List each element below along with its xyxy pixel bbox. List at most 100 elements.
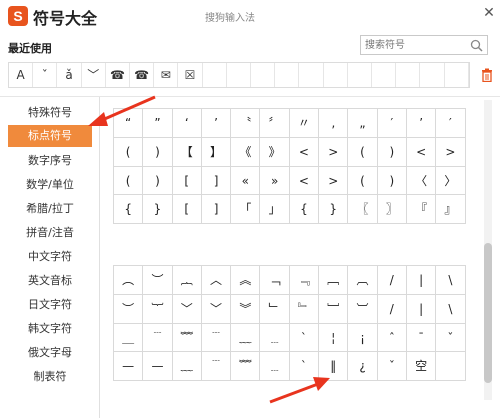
recent-symbol[interactable]: ǎ xyxy=(57,63,82,87)
scrollbar-thumb[interactable] xyxy=(484,243,492,383)
recent-symbol[interactable] xyxy=(275,63,300,87)
symbol-cell[interactable]: ﹀ xyxy=(172,294,202,324)
symbol-cell[interactable]: ︽ xyxy=(231,266,261,295)
symbol-cell[interactable]: ” xyxy=(143,109,173,138)
symbol-cell[interactable]: ’ xyxy=(201,109,232,138)
symbol-cell[interactable]: 空 xyxy=(406,352,437,382)
symbol-cell[interactable]: < xyxy=(406,137,437,167)
symbol-cell[interactable]: ﹁ xyxy=(260,266,290,295)
symbol-cell[interactable]: \ xyxy=(436,294,466,324)
symbol-cell[interactable]: ˆ xyxy=(377,323,407,353)
recent-symbol[interactable] xyxy=(203,63,227,87)
symbol-cell[interactable]: » xyxy=(260,166,290,196)
search-icon[interactable] xyxy=(470,39,483,52)
recent-symbol[interactable] xyxy=(372,63,397,87)
sidebar-item[interactable]: 希腊/拉丁 xyxy=(8,198,92,220)
symbol-cell[interactable]: ﹀ xyxy=(201,294,232,324)
symbol-cell[interactable]: [ xyxy=(172,195,202,225)
sidebar-item[interactable]: 数字序号 xyxy=(8,150,92,172)
symbol-cell[interactable]: | xyxy=(406,294,437,324)
symbol-cell[interactable]: ] xyxy=(201,195,232,225)
symbol-cell[interactable]: ﹉ xyxy=(143,323,173,353)
symbol-cell[interactable]: ‘ xyxy=(172,109,202,138)
symbol-cell[interactable]: { xyxy=(289,195,320,225)
symbol-cell[interactable]: ︹ xyxy=(348,266,378,295)
trash-icon[interactable] xyxy=(481,68,493,82)
symbol-cell[interactable] xyxy=(436,352,466,382)
symbol-cell[interactable]: 《 xyxy=(231,137,261,167)
symbol-cell[interactable]: ) xyxy=(143,137,173,167)
symbol-cell[interactable]: 〝 xyxy=(231,109,261,138)
symbol-cell[interactable]: 【 xyxy=(172,137,202,167)
symbol-cell[interactable]: ( xyxy=(348,137,378,167)
sidebar-item[interactable]: 制表符 xyxy=(8,366,92,388)
symbol-cell[interactable]: ﹏ xyxy=(172,352,202,382)
recent-symbol[interactable]: ☒ xyxy=(178,63,203,87)
symbol-cell[interactable]: „ xyxy=(348,109,378,138)
symbol-cell[interactable]: 〞 xyxy=(260,109,290,138)
symbol-cell[interactable]: ’ xyxy=(406,109,437,138)
symbol-cell[interactable]: ﹈ xyxy=(319,294,349,324)
symbol-cell[interactable]: ¿ xyxy=(348,352,378,382)
symbol-cell[interactable]: ︷ xyxy=(172,266,202,295)
sidebar-item[interactable]: 数学/单位 xyxy=(8,174,92,196)
recent-symbol[interactable] xyxy=(420,63,445,87)
recent-symbol[interactable] xyxy=(396,63,421,87)
close-button[interactable]: ✕ xyxy=(482,6,496,20)
symbol-cell[interactable]: 〖 xyxy=(348,195,378,225)
symbol-cell[interactable]: 〗 xyxy=(377,195,407,225)
symbol-cell[interactable]: / xyxy=(377,294,407,324)
symbol-cell[interactable]: « xyxy=(231,166,261,196)
symbol-cell[interactable]: > xyxy=(319,166,349,196)
symbol-cell[interactable]: ︾ xyxy=(231,294,261,324)
symbol-cell[interactable]: ˋ xyxy=(289,323,320,353)
symbol-cell[interactable]: ˇ xyxy=(436,323,466,353)
recent-symbol[interactable] xyxy=(324,63,348,87)
symbol-cell[interactable]: ‖ xyxy=(319,352,349,382)
recent-symbol[interactable]: ˇ xyxy=(33,63,58,87)
symbol-cell[interactable]: < xyxy=(289,137,320,167)
symbol-cell[interactable]: ﹍ xyxy=(260,352,290,382)
symbol-cell[interactable]: ＿ xyxy=(114,323,144,353)
symbol-cell[interactable]: 』 xyxy=(436,195,466,225)
symbol-cell[interactable]: ) xyxy=(377,166,407,196)
symbol-cell[interactable]: ) xyxy=(143,166,173,196)
symbol-cell[interactable]: [ xyxy=(172,166,202,196)
symbol-cell[interactable]: ﹌ xyxy=(172,323,202,353)
symbol-cell[interactable]: / xyxy=(377,266,407,295)
symbol-cell[interactable]: ( xyxy=(114,137,144,167)
sidebar-item[interactable]: 中文字符 xyxy=(8,246,92,268)
symbol-cell[interactable]: 】 xyxy=(201,137,232,167)
symbol-cell[interactable]: > xyxy=(436,137,466,167)
recent-symbol[interactable] xyxy=(445,63,469,87)
symbol-cell[interactable]: } xyxy=(319,195,349,225)
symbol-cell[interactable]: } xyxy=(143,195,173,225)
symbol-cell[interactable]: ﹃ xyxy=(289,266,320,295)
symbol-cell[interactable]: ︺ xyxy=(348,294,378,324)
symbol-cell[interactable]: > xyxy=(319,137,349,167)
symbol-cell[interactable]: ¦ xyxy=(319,323,349,353)
symbol-cell[interactable]: — xyxy=(143,352,173,382)
symbol-cell[interactable]: 〈 xyxy=(406,166,437,196)
recent-symbol[interactable]: A xyxy=(9,63,34,87)
recent-symbol[interactable] xyxy=(251,63,276,87)
symbol-cell[interactable]: 》 xyxy=(260,137,290,167)
symbol-cell[interactable]: | xyxy=(406,266,437,295)
symbol-cell[interactable]: ﹉ xyxy=(201,323,232,353)
symbol-cell[interactable]: ′ xyxy=(436,109,466,138)
recent-symbol[interactable]: ☎ xyxy=(130,63,155,87)
symbol-cell[interactable]: ︶ xyxy=(114,294,144,324)
symbol-cell[interactable]: \ xyxy=(436,266,466,295)
symbol-cell[interactable]: ‚ xyxy=(319,109,349,138)
sidebar-item[interactable]: 英文音标 xyxy=(8,270,92,292)
recent-symbol[interactable]: ﹀ xyxy=(82,63,106,87)
recent-symbol[interactable] xyxy=(348,63,373,87)
symbol-cell[interactable]: ︵ xyxy=(114,266,144,295)
recent-symbol[interactable] xyxy=(299,63,324,87)
sidebar-item[interactable]: 标点符号 xyxy=(8,125,92,147)
symbol-cell[interactable]: ˋ xyxy=(289,352,320,382)
sidebar-item[interactable]: 韩文字符 xyxy=(8,318,92,340)
symbol-cell[interactable]: ﹄ xyxy=(289,294,320,324)
symbol-cell[interactable]: ﹌ xyxy=(231,352,261,382)
symbol-cell[interactable]: — xyxy=(114,352,144,382)
